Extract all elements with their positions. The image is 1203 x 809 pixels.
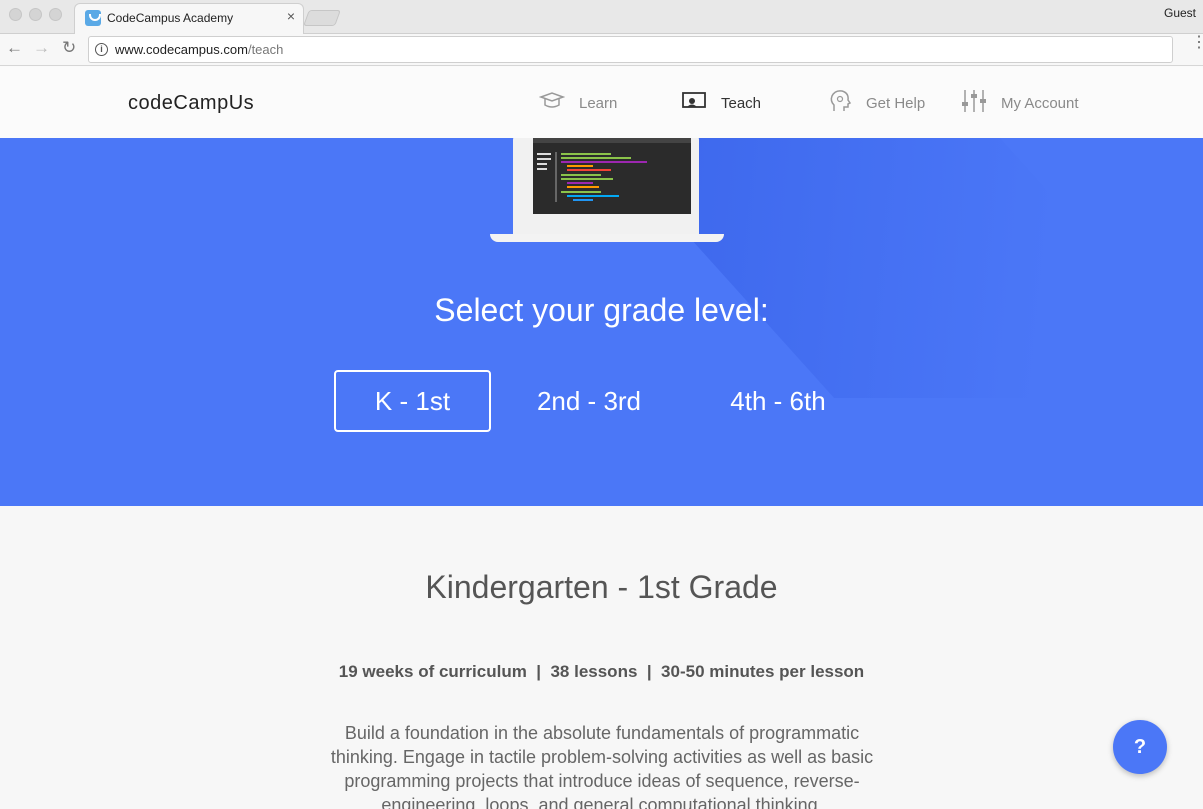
browser-tab[interactable]: CodeCampus Academy ×: [74, 3, 304, 35]
grade-detail-section: Kindergarten - 1st Grade 19 weeks of cur…: [0, 506, 1203, 809]
site-logo[interactable]: codeCampUs: [128, 92, 254, 115]
url-path: /teach: [247, 42, 284, 57]
sliders-icon: [961, 89, 987, 117]
window-close-dot[interactable]: [9, 8, 22, 21]
browser-toolbar: ← → ↻ i www.codecampus.com/teach ⋮: [0, 34, 1203, 66]
favicon-icon: [85, 10, 101, 26]
new-tab-button[interactable]: [303, 10, 341, 26]
laptop-illustration: [513, 138, 699, 234]
tab-close-icon[interactable]: ×: [287, 8, 295, 24]
curriculum-stats: 19 weeks of curriculum | 38 lessons | 30…: [338, 662, 865, 681]
grade-description: Build a foundation in the absolute funda…: [330, 723, 874, 809]
grade-k-1st-button[interactable]: K - 1st: [334, 370, 491, 432]
browser-tabstrip: CodeCampus Academy × Guest: [0, 0, 1203, 35]
url-text[interactable]: www.codecampus.com/teach: [115, 42, 283, 57]
window-zoom-dot[interactable]: [49, 8, 62, 21]
window-minimize-dot[interactable]: [29, 8, 42, 21]
reload-icon[interactable]: ↻: [62, 38, 76, 58]
hero-section: Select your grade level: K - 1st 2nd - 3…: [0, 138, 1203, 506]
nav-my-account[interactable]: My Account: [961, 89, 1079, 117]
help-button[interactable]: ?: [1113, 720, 1167, 774]
back-icon[interactable]: ←: [6, 38, 23, 58]
grade-title: Kindergarten - 1st Grade: [425, 569, 778, 605]
graduation-cap-icon: [538, 92, 566, 114]
nav-get-help-label: Get Help: [866, 94, 926, 112]
browser-menu-icon[interactable]: ⋮: [1191, 35, 1203, 51]
tab-title: CodeCampus Academy: [107, 11, 234, 25]
nav-learn-label: Learn: [579, 94, 618, 112]
forward-icon[interactable]: →: [33, 38, 50, 58]
nav-teach-label: Teach: [721, 94, 762, 112]
address-bar[interactable]: i www.codecampus.com/teach: [88, 36, 1173, 63]
url-host: www.codecampus.com: [115, 42, 248, 57]
presentation-screen-icon: [681, 91, 707, 115]
nav-my-account-label: My Account: [1001, 94, 1079, 112]
nav-learn[interactable]: Learn: [538, 91, 618, 115]
nav-teach[interactable]: Teach: [681, 91, 761, 115]
site-header: codeCampUs Learn Teach Get Help My Accou…: [0, 67, 1203, 138]
head-icon: [828, 89, 852, 117]
laptop-base: [490, 234, 724, 242]
grade-4th-6th-button[interactable]: 4th - 6th: [700, 370, 856, 432]
code-editor-illustration: [533, 138, 691, 214]
info-icon[interactable]: i: [95, 43, 108, 56]
profile-label[interactable]: Guest: [1164, 6, 1196, 20]
nav-get-help[interactable]: Get Help: [828, 89, 926, 117]
grade-select-title: Select your grade level:: [434, 292, 769, 328]
grade-2nd-3rd-button[interactable]: 2nd - 3rd: [510, 370, 668, 432]
